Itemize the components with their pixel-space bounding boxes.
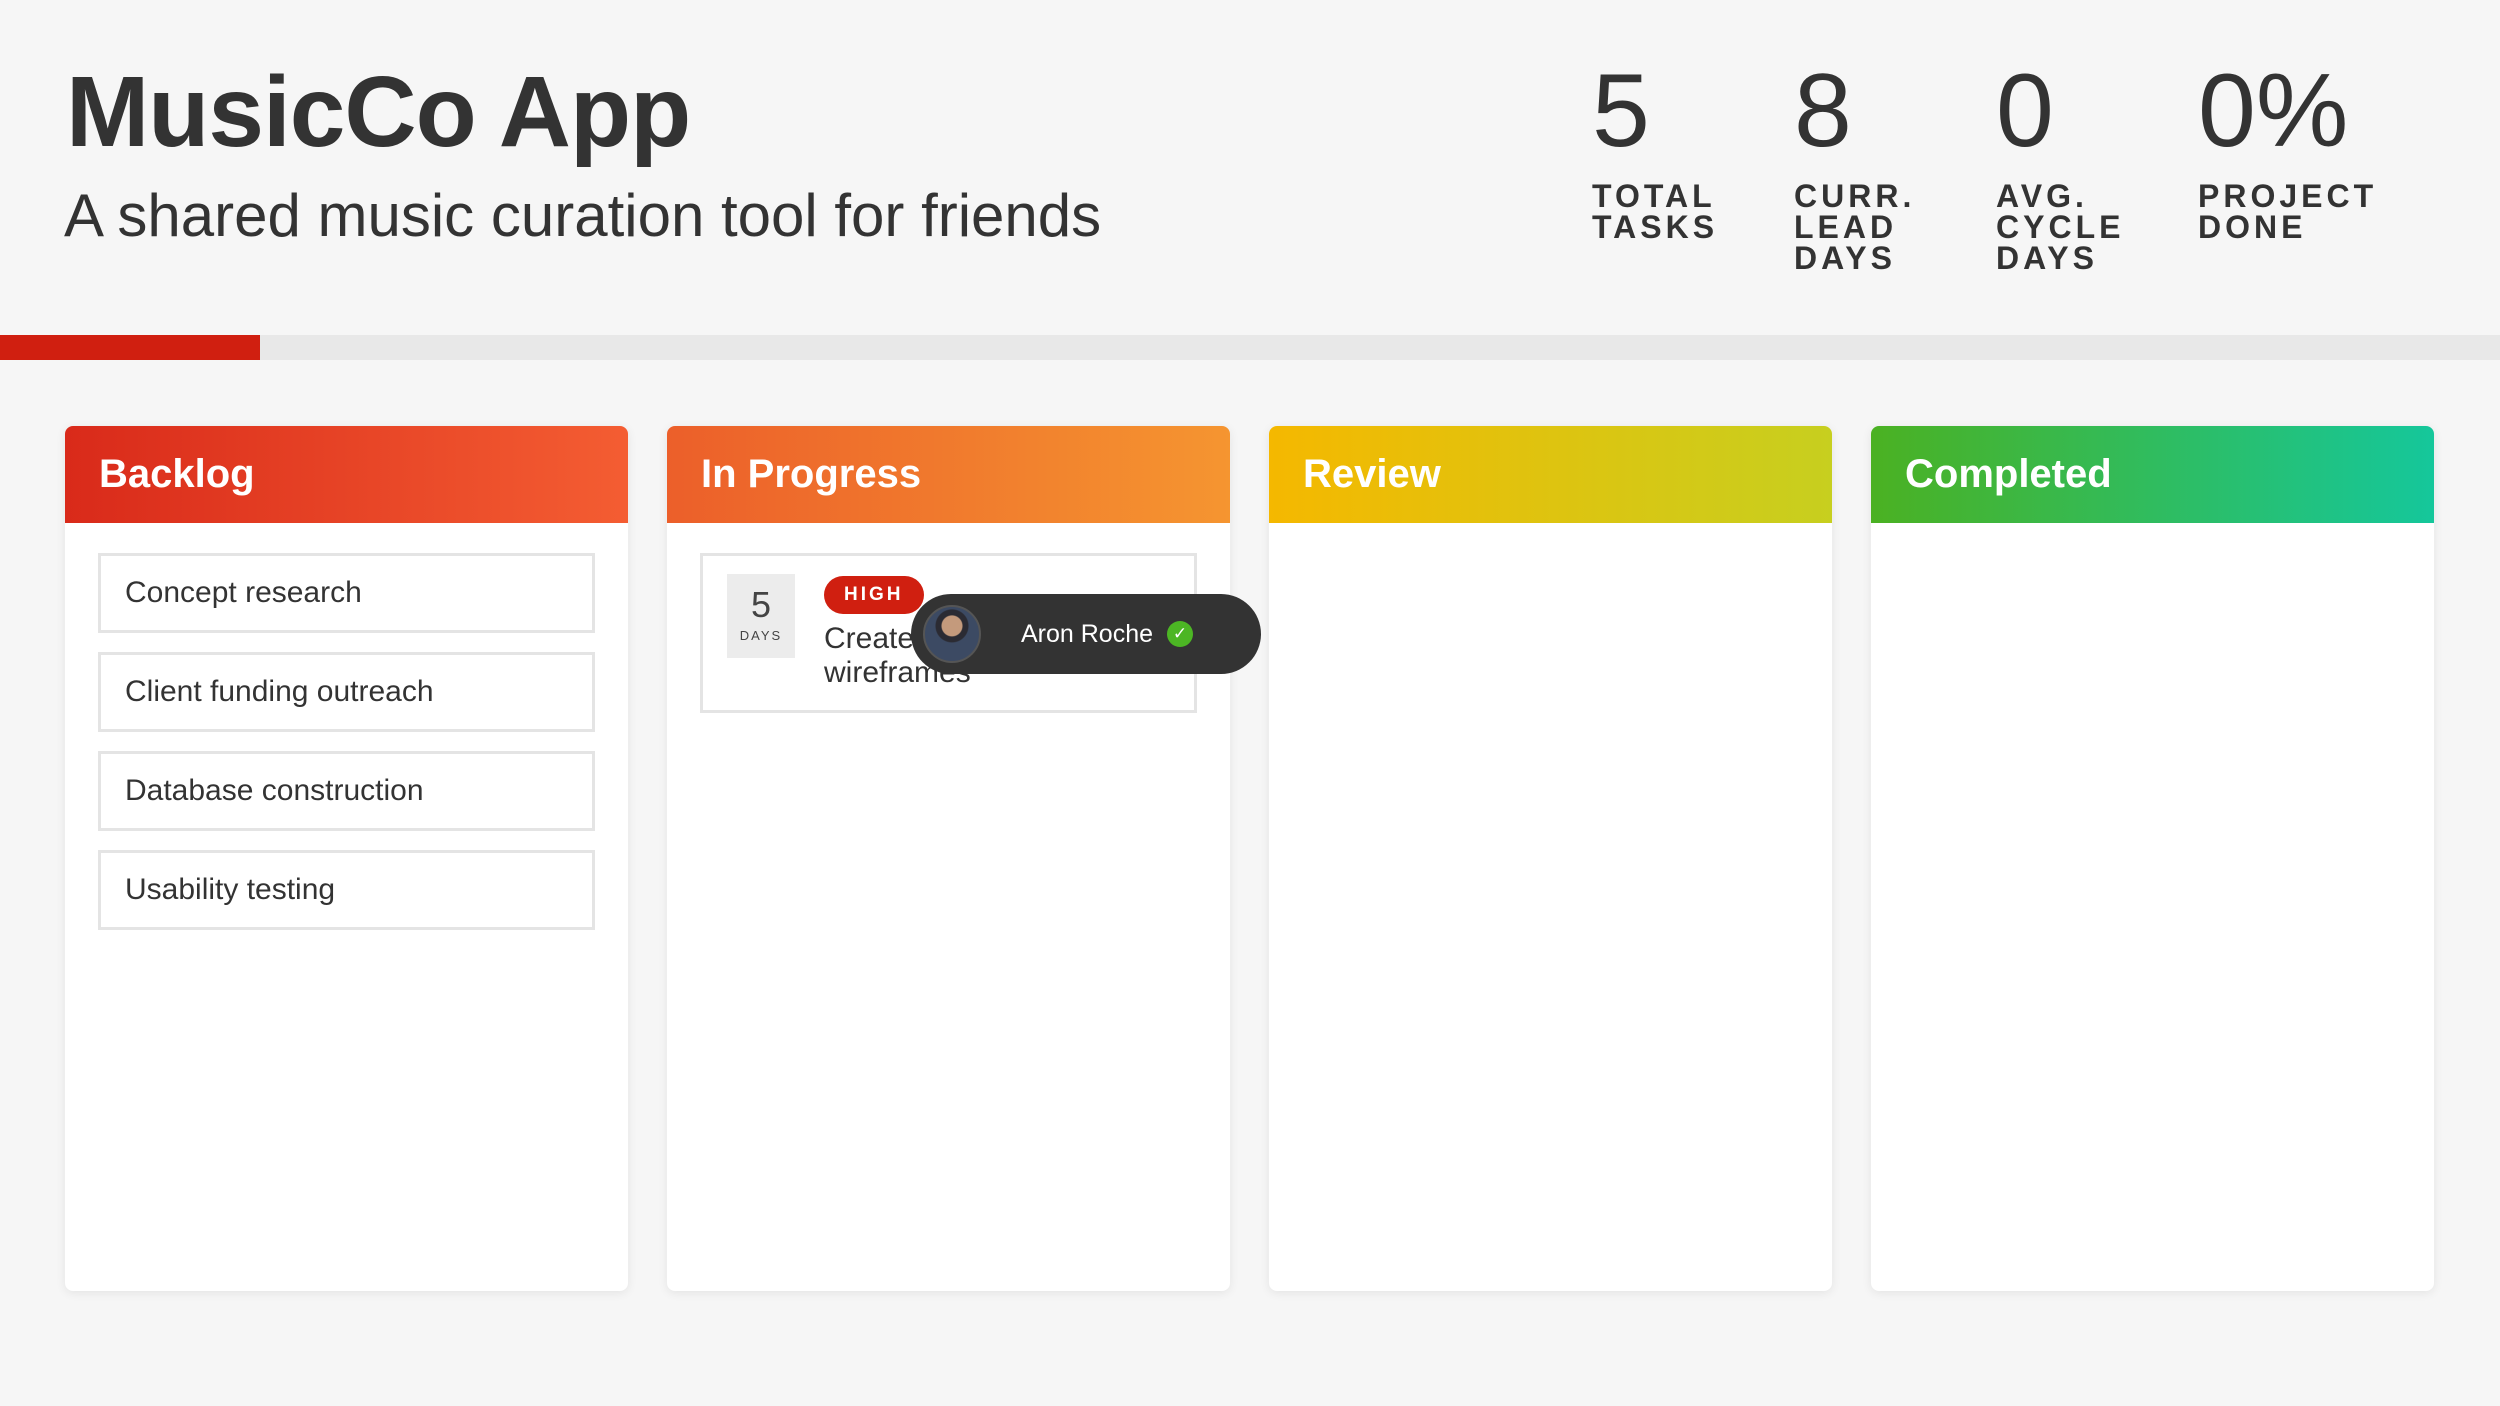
stats-panel: 5 Total tasks 8 Curr. lead days 0 Avg. c… [1592,55,2400,274]
stat-project-done: 0% Project done [2198,55,2400,274]
assignee-name: Aron Roche [1021,619,1154,648]
stat-value: 8 [1794,53,1852,169]
project-progress-fill [0,335,260,360]
column-header-completed[interactable]: Completed [1871,426,2434,523]
column-backlog: Backlog Concept research Client funding … [65,426,628,1291]
column-header-in-progress[interactable]: In Progress [667,426,1230,523]
avatar [923,605,981,663]
priority-badge: HIGH [824,576,924,614]
days-count: 5 [750,584,772,625]
task-card[interactable]: Usability testing [98,850,595,930]
column-body [1871,523,2434,583]
header: MusicCo App A shared music curation tool… [0,0,2500,335]
stat-value: 5 [1592,53,1650,169]
column-completed: Completed [1871,426,2434,1291]
stat-label: Total tasks [1592,178,1719,245]
task-card[interactable]: Database construction [98,751,595,831]
stat-cycle-days: 0 Avg. cycle days [1996,55,2198,274]
check-circle-icon: ✓ [1167,621,1194,647]
assignee-tooltip[interactable]: Aron Roche ✓ [911,594,1261,674]
days-label: DAYS [739,628,783,643]
task-card[interactable]: Client funding outreach [98,652,595,732]
column-body: Concept research Client funding outreach… [65,523,628,979]
stat-value: 0% [2198,53,2349,169]
task-card[interactable]: Concept research [98,553,595,633]
app-subtitle: A shared music curation tool for friends [64,182,1102,249]
stat-label: Project done [2198,178,2378,245]
column-in-progress: In Progress 5 DAYS HIGH Create wireframe… [667,426,1261,1291]
app-title: MusicCo App [66,56,691,168]
stat-label: Avg. cycle days [1996,178,2125,276]
column-header-review[interactable]: Review [1269,426,1832,523]
stat-label: Curr. lead days [1794,178,1916,276]
project-progress-bar [0,335,2500,360]
column-review: Review [1269,426,1832,1291]
stat-value: 0 [1996,53,2054,169]
days-counter: 5 DAYS [727,574,795,658]
column-header-backlog[interactable]: Backlog [65,426,628,523]
column-body: 5 DAYS HIGH Create wireframes Aron Roche… [667,523,1261,743]
stat-total-tasks: 5 Total tasks [1592,55,1794,274]
stat-lead-days: 8 Curr. lead days [1794,55,1996,274]
column-body [1269,523,1832,583]
task-card-create-wireframes[interactable]: 5 DAYS HIGH Create wireframes Aron Roche… [700,553,1261,713]
